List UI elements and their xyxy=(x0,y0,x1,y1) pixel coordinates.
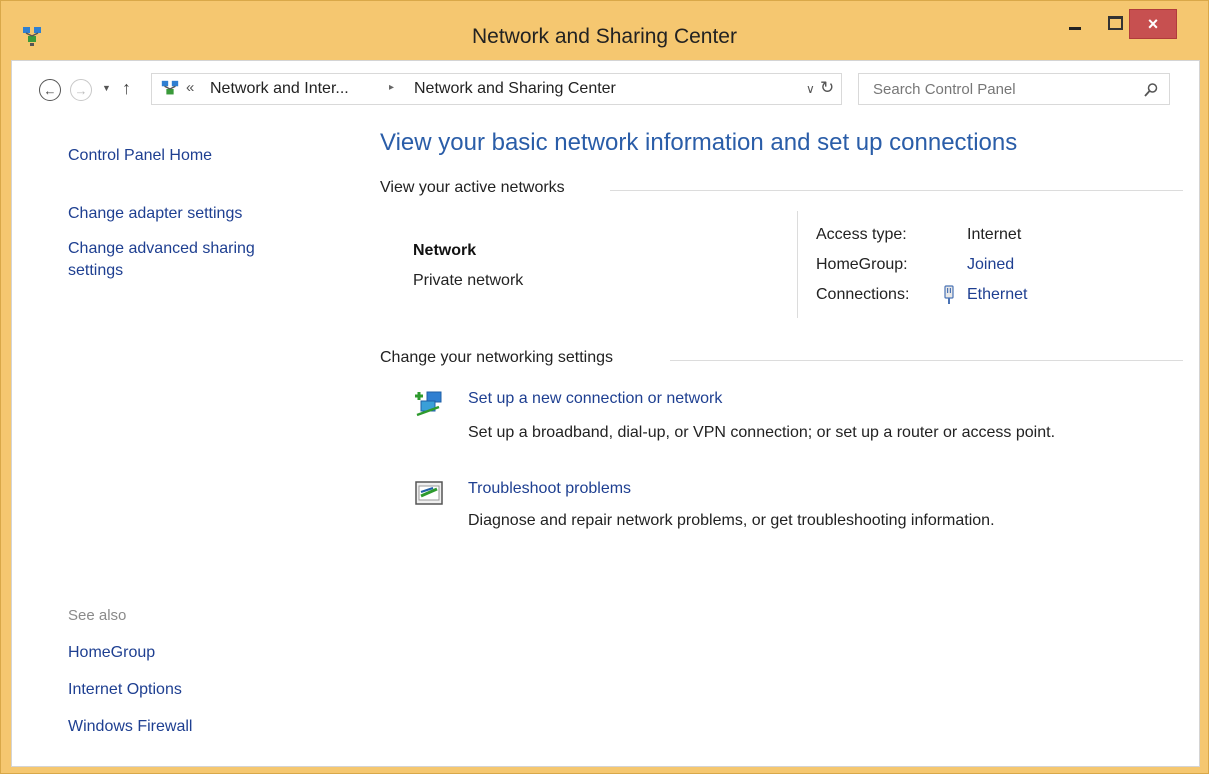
page-title: View your basic network information and … xyxy=(380,129,1018,156)
troubleshoot-description: Diagnose and repair network problems, or… xyxy=(468,512,995,529)
close-icon: × xyxy=(1147,14,1159,34)
breadcrumb-network-and-sharing-center[interactable]: Network and Sharing Center xyxy=(414,80,616,98)
access-type-value: Internet xyxy=(967,226,1022,243)
change-advanced-sharing-settings-link[interactable]: Change advanced sharing settings xyxy=(68,238,308,282)
back-arrow-icon: ← xyxy=(43,82,57,98)
search-icon[interactable] xyxy=(1143,82,1159,98)
homegroup-label: HomeGroup: xyxy=(816,256,908,273)
change-settings-divider xyxy=(670,360,1183,361)
access-type-label: Access type: xyxy=(816,226,907,243)
search-placeholder: Search Control Panel xyxy=(873,81,1016,98)
change-settings-label: Change your networking settings xyxy=(380,349,614,366)
setup-connection-link[interactable]: Set up a new connection or network xyxy=(468,390,722,408)
title-bar[interactable]: Network and Sharing Center × xyxy=(1,1,1208,59)
minimize-icon xyxy=(1069,26,1081,30)
control-panel-home-link[interactable]: Control Panel Home xyxy=(68,147,212,165)
ethernet-connection-link[interactable]: Ethernet xyxy=(967,286,1027,304)
connections-label: Connections: xyxy=(816,286,910,303)
network-name: Network xyxy=(413,242,477,259)
breadcrumb-network-and-internet[interactable]: Network and Inter... xyxy=(210,80,349,98)
refresh-button[interactable]: ↻ xyxy=(820,78,834,98)
window-frame: Network and Sharing Center × ← → ▼ ↑ « N… xyxy=(0,0,1209,774)
address-bar[interactable]: « Network and Inter... ▸ Network and Sha… xyxy=(151,73,842,105)
forward-arrow-icon: → xyxy=(74,82,88,98)
troubleshoot-problems-link[interactable]: Troubleshoot problems xyxy=(468,480,631,498)
troubleshoot-icon[interactable] xyxy=(413,478,445,510)
active-networks-divider xyxy=(610,190,1183,191)
window-title: Network and Sharing Center xyxy=(472,25,737,48)
new-connection-icon[interactable] xyxy=(413,387,445,419)
up-button[interactable]: ↑ xyxy=(122,78,131,99)
change-adapter-settings-link[interactable]: Change adapter settings xyxy=(68,205,242,223)
ethernet-icon xyxy=(944,285,954,304)
network-category: Private network xyxy=(413,272,524,289)
navigation-bar: ← → ▼ ↑ « Network and Inter... ▸ Network… xyxy=(12,61,1199,119)
recent-locations-button[interactable]: ▼ xyxy=(102,83,111,93)
close-button[interactable]: × xyxy=(1129,9,1177,39)
breadcrumb-overflow-button[interactable]: « xyxy=(186,79,194,96)
search-input[interactable]: Search Control Panel xyxy=(858,73,1170,105)
breadcrumb-separator-icon[interactable]: ▸ xyxy=(389,82,394,93)
back-button[interactable]: ← xyxy=(39,79,61,101)
network-info-divider xyxy=(797,211,798,318)
address-dropdown-button[interactable]: ∨ xyxy=(806,82,815,96)
homegroup-link[interactable]: HomeGroup xyxy=(68,644,155,662)
forward-button[interactable]: → xyxy=(70,79,92,101)
maximize-icon xyxy=(1107,16,1123,30)
setup-connection-description: Set up a broadband, dial-up, or VPN conn… xyxy=(468,424,1056,441)
minimize-button[interactable] xyxy=(1053,9,1097,37)
active-networks-label: View your active networks xyxy=(380,179,565,196)
windows-firewall-link[interactable]: Windows Firewall xyxy=(68,718,192,736)
network-location-icon xyxy=(161,80,179,95)
see-also-label: See also xyxy=(68,607,127,624)
client-area: ← → ▼ ↑ « Network and Inter... ▸ Network… xyxy=(11,60,1200,767)
internet-options-link[interactable]: Internet Options xyxy=(68,681,182,699)
homegroup-joined-link[interactable]: Joined xyxy=(967,256,1014,274)
